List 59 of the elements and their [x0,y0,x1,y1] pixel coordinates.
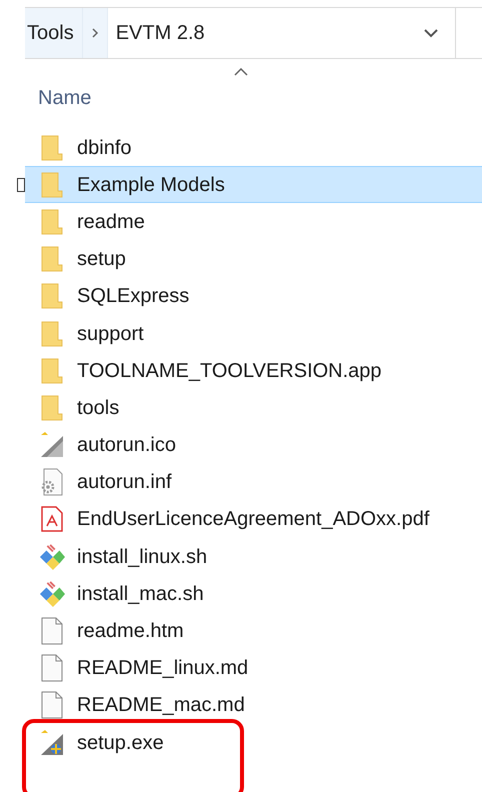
pdf-file-icon [41,506,63,532]
document-icon [41,691,63,720]
sort-ascending-icon [234,68,248,76]
folder-icon [41,134,63,161]
file-row[interactable]: install_linux.sh [25,538,482,576]
file-name: README_linux.md [77,656,248,682]
script-file-icon [39,580,65,608]
checkbox[interactable] [17,178,25,192]
file-name: install_mac.sh [77,582,204,607]
folder-icon [41,394,63,421]
file-row[interactable]: readme.htm [25,612,482,650]
image-file-icon [39,432,65,458]
file-name: autorun.inf [77,470,172,496]
folder-icon [41,208,63,235]
address-bar[interactable]: Tools EVTM 2.8 [25,7,482,59]
breadcrumb-segment[interactable]: Tools [25,8,83,58]
folder-icon [41,283,63,310]
file-row[interactable]: EndUserLicenceAgreement_ADOxx.pdf [25,500,482,538]
file-name: setup.exe [77,730,164,756]
chevron-right-icon [90,28,99,38]
file-name: dbinfo [77,136,132,161]
file-row[interactable]: TOOLNAME_TOOLVERSION.app [25,352,482,390]
file-name: readme.htm [77,619,184,644]
folder-icon [41,172,63,198]
folder-icon [41,320,63,347]
file-name: install_linux.sh [77,544,208,570]
file-name: SQLExpress [77,284,190,310]
file-row[interactable]: README_mac.md [25,686,482,724]
file-row[interactable]: autorun.ico [25,426,482,464]
file-row[interactable]: readme [25,203,482,241]
folder-icon [41,246,63,272]
chevron-down-icon[interactable] [423,28,439,38]
file-row[interactable]: dbinfo [25,129,482,166]
file-name: README_mac.md [77,693,245,718]
document-icon [41,617,63,646]
file-name: readme [77,210,145,235]
file-row[interactable]: SQLExpress [25,278,482,315]
file-name: TOOLNAME_TOOLVERSION.app [77,358,382,384]
file-row[interactable]: setup [25,240,482,278]
file-row[interactable]: autorun.inf [25,464,482,501]
document-icon [41,654,63,682]
file-name: autorun.ico [77,433,176,458]
file-name: EndUserLicenceAgreement_ADOxx.pdf [77,507,430,532]
file-row[interactable]: setup.exe [25,724,482,762]
file-row[interactable]: support [25,314,482,352]
file-row[interactable]: tools [25,389,482,426]
file-name: support [77,322,144,347]
settings-file-icon [39,468,65,496]
file-row[interactable]: README_linux.md [25,650,482,687]
breadcrumb-segment[interactable]: EVTM 2.8 [108,8,407,58]
installer-icon [39,730,65,756]
file-name: Example Models [77,172,225,198]
column-header[interactable]: Name [38,83,92,113]
script-file-icon [39,542,65,571]
folder-icon [41,358,63,384]
file-name: tools [77,396,120,421]
file-row[interactable]: install_mac.sh [25,575,482,612]
file-name: setup [77,247,126,272]
file-row[interactable]: Example Models [25,166,482,204]
